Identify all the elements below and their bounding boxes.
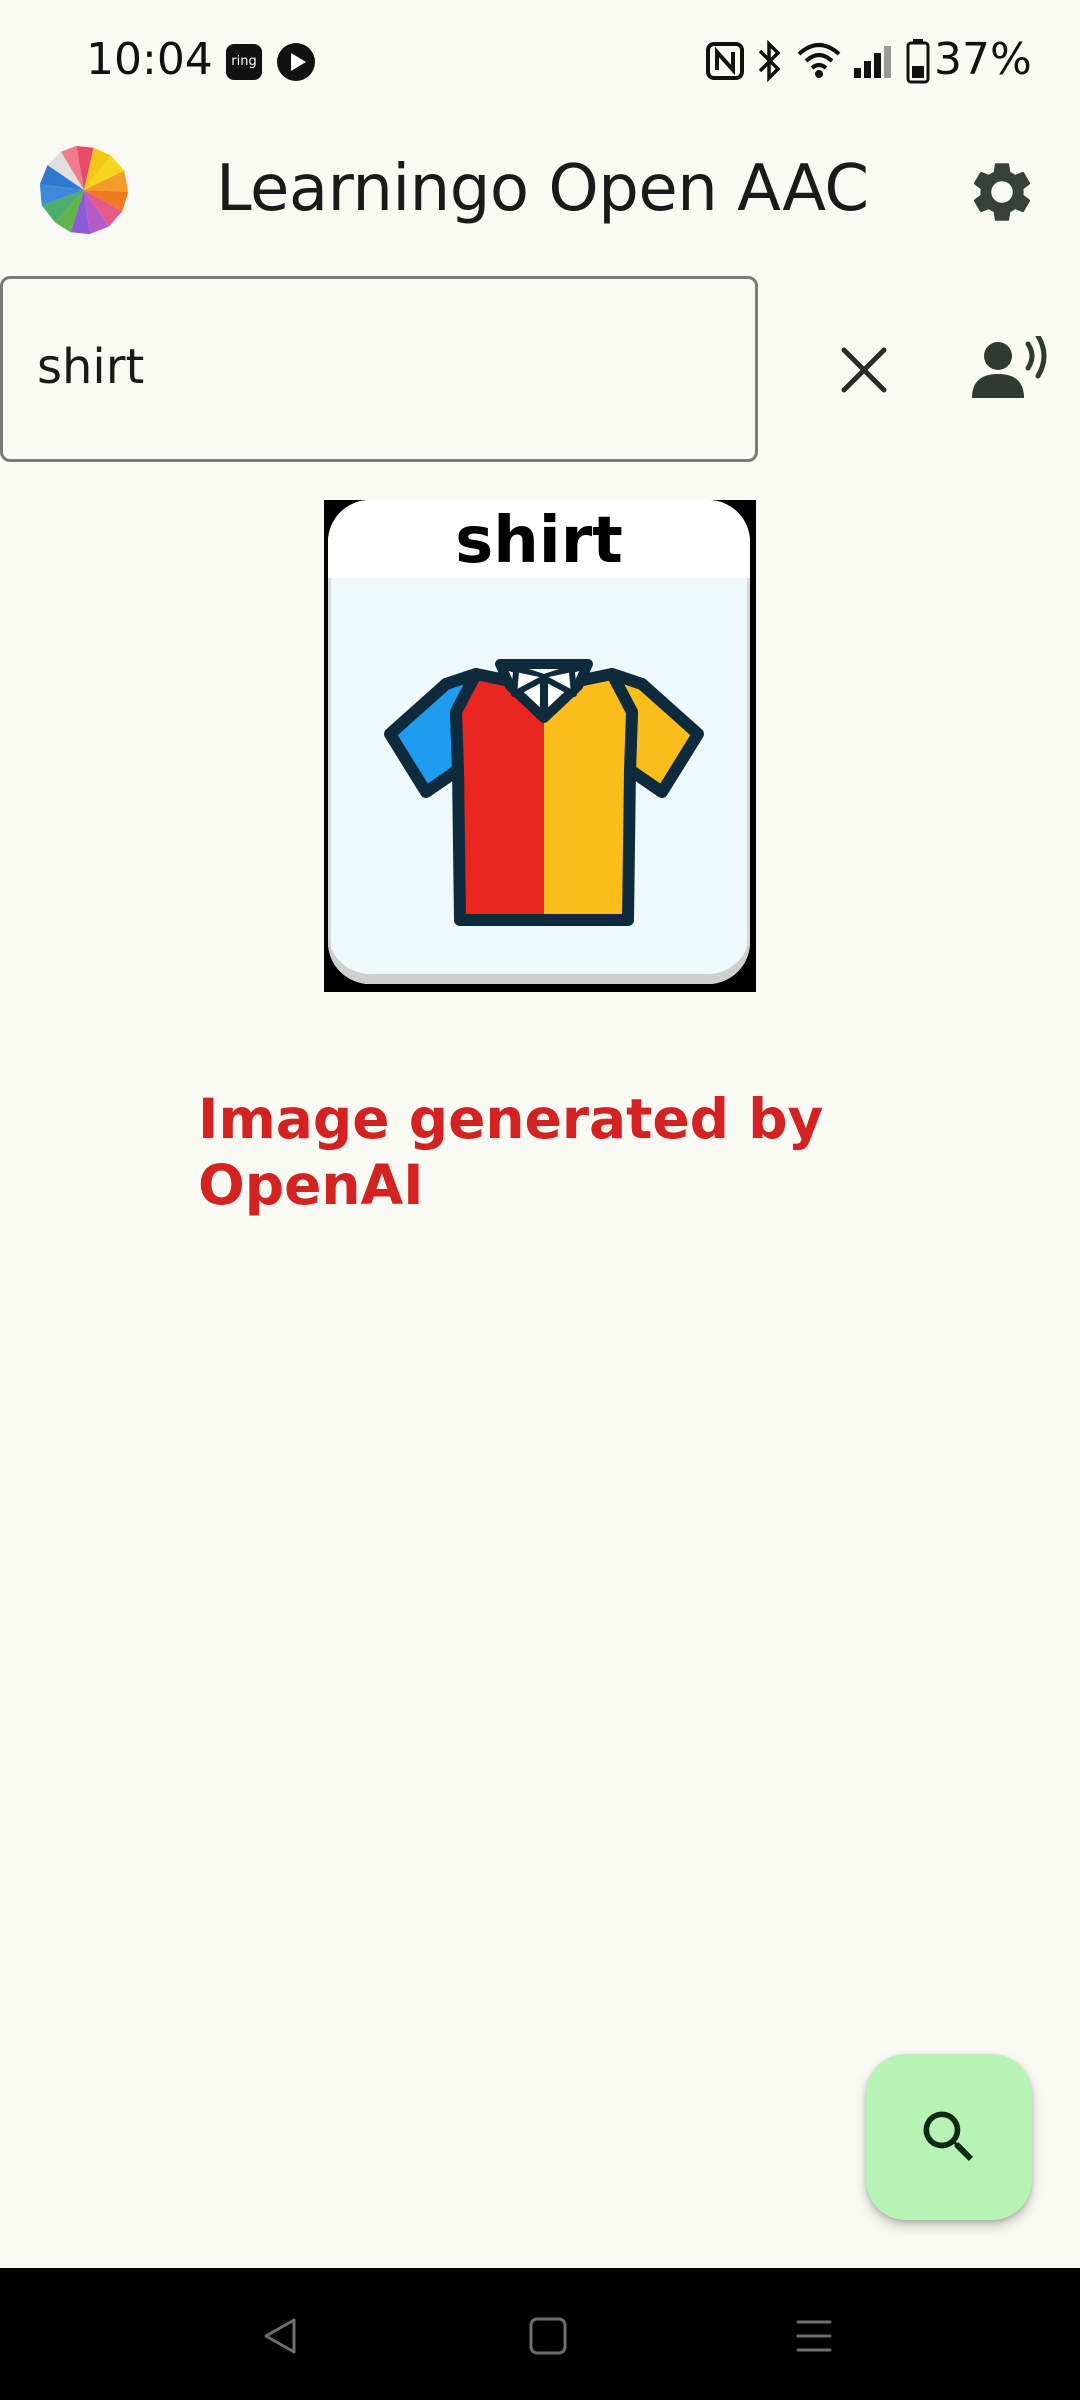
nfc-icon [706, 42, 744, 80]
status-bar: 10:04 ring 37% [0, 0, 1080, 124]
app-title: Learningo Open AAC [216, 152, 869, 226]
pinwheel-logo-icon[interactable] [36, 142, 132, 238]
battery-percent: 37% [934, 34, 1032, 85]
battery-icon [906, 39, 930, 84]
gear-icon[interactable] [966, 156, 1038, 228]
play-icon [277, 43, 315, 81]
signal-icon [854, 46, 891, 78]
home-icon[interactable] [528, 2316, 568, 2356]
search-field[interactable] [0, 276, 758, 462]
speak-voice-icon[interactable] [970, 336, 1050, 406]
search-input[interactable] [37, 339, 717, 395]
search-icon [923, 2111, 974, 2162]
recents-icon[interactable] [794, 2318, 834, 2354]
symbol-card[interactable]: shirt [324, 500, 756, 992]
system-nav-bar [0, 2268, 1080, 2400]
back-icon[interactable] [258, 2314, 302, 2358]
bluetooth-icon [758, 40, 781, 82]
symbol-label: shirt [455, 504, 623, 578]
close-icon[interactable] [834, 340, 894, 400]
symbol-card-face: shirt [328, 500, 750, 984]
search-fab[interactable] [866, 2054, 1032, 2220]
status-time: 10:04 [86, 34, 213, 85]
wifi-icon [797, 43, 841, 78]
ring-app-icon: ring [226, 44, 262, 80]
image-attribution: Image generated by OpenAI [198, 1087, 824, 1217]
shirt-icon [384, 659, 704, 926]
